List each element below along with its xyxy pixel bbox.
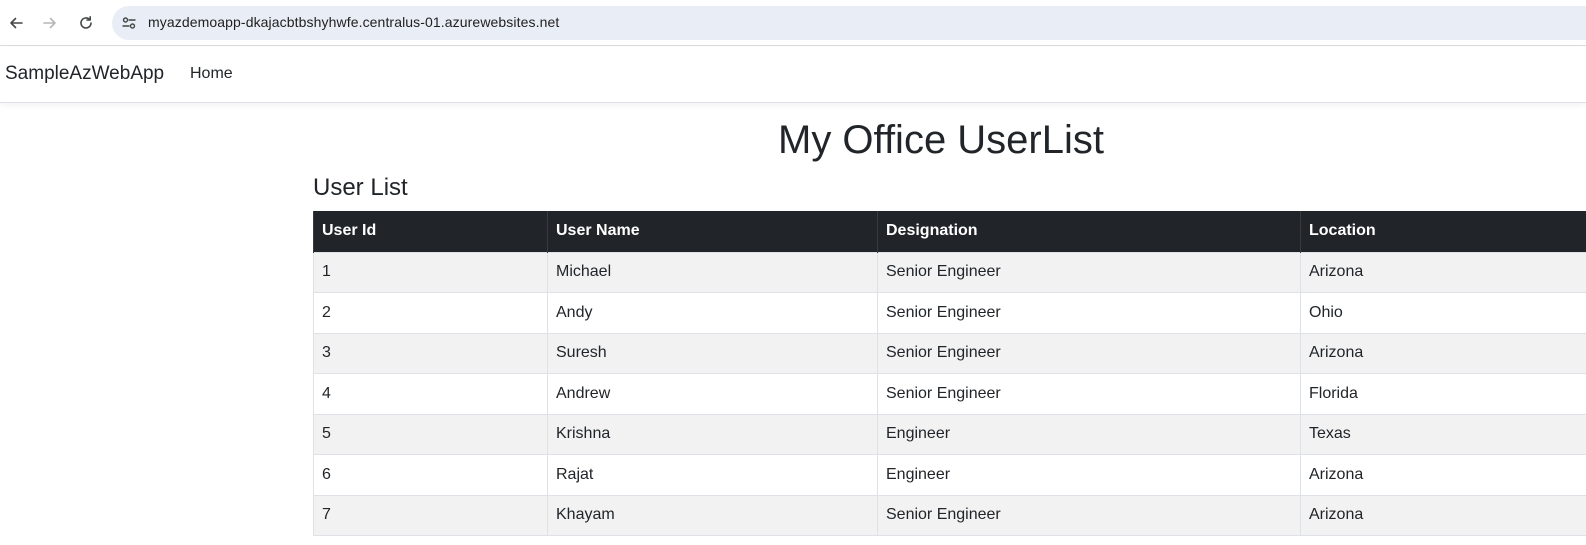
cell-user-id: 2 — [313, 292, 548, 334]
forward-button[interactable] — [36, 9, 64, 37]
section-title: User List — [313, 174, 408, 201]
reload-icon — [80, 16, 92, 29]
cell-location: Arizona — [1300, 332, 1586, 374]
cell-user-id: 1 — [313, 251, 548, 293]
user-table: User Id User Name Designation Location 1… — [313, 211, 1586, 536]
cell-user-name: Rajat — [547, 454, 878, 496]
column-header-user-id: User Id — [313, 211, 548, 252]
arrow-right-icon — [43, 17, 56, 29]
table-row: 1 Michael Senior Engineer Arizona — [313, 251, 1586, 293]
column-header-designation: Designation — [877, 211, 1301, 252]
table-row: 3 Suresh Senior Engineer Arizona — [313, 332, 1586, 374]
browser-toolbar: myazdemoapp-dkajacbtbshyhwfe.centralus-0… — [0, 0, 1586, 46]
cell-user-id: 5 — [313, 413, 548, 455]
cell-designation: Senior Engineer — [877, 251, 1301, 293]
cell-designation: Engineer — [877, 454, 1301, 496]
cell-user-name: Suresh — [547, 332, 878, 374]
arrow-left-icon — [10, 17, 23, 29]
table-row: 5 Krishna Engineer Texas — [313, 413, 1586, 455]
cell-designation: Engineer — [877, 413, 1301, 455]
cell-user-name: Khayam — [547, 494, 878, 536]
cell-user-id: 4 — [313, 373, 548, 415]
cell-user-id: 3 — [313, 332, 548, 374]
cell-location: Ohio — [1300, 292, 1586, 334]
table-row: 4 Andrew Senior Engineer Florida — [313, 373, 1586, 415]
cell-designation: Senior Engineer — [877, 332, 1301, 374]
cell-user-id: 6 — [313, 454, 548, 496]
address-bar[interactable]: myazdemoapp-dkajacbtbshyhwfe.centralus-0… — [112, 6, 1586, 40]
cell-designation: Senior Engineer — [877, 494, 1301, 536]
cell-location: Texas — [1300, 413, 1586, 455]
cell-location: Arizona — [1300, 454, 1586, 496]
cell-user-name: Krishna — [547, 413, 878, 455]
cell-user-name: Michael — [547, 251, 878, 293]
table-row: 7 Khayam Senior Engineer Arizona — [313, 494, 1586, 536]
app-navbar: SampleAzWebApp Home — [0, 47, 1586, 103]
table-row: 2 Andy Senior Engineer Ohio — [313, 292, 1586, 334]
cell-user-id: 7 — [313, 494, 548, 536]
nav-link-home[interactable]: Home — [190, 65, 233, 83]
reload-button[interactable] — [72, 9, 100, 37]
column-header-location: Location — [1300, 211, 1586, 252]
cell-user-name: Andy — [547, 292, 878, 334]
column-header-user-name: User Name — [547, 211, 878, 252]
cell-location: Florida — [1300, 373, 1586, 415]
user-table-container: User Id User Name Designation Location 1… — [313, 211, 1586, 536]
cell-location: Arizona — [1300, 251, 1586, 293]
url-text[interactable]: myazdemoapp-dkajacbtbshyhwfe.centralus-0… — [148, 14, 559, 30]
cell-designation: Senior Engineer — [877, 373, 1301, 415]
cell-designation: Senior Engineer — [877, 292, 1301, 334]
site-settings-icon[interactable] — [120, 14, 138, 32]
table-header-row: User Id User Name Designation Location — [313, 211, 1586, 252]
cell-user-name: Andrew — [547, 373, 878, 415]
brand-link[interactable]: SampleAzWebApp — [5, 63, 164, 85]
cell-location: Arizona — [1300, 494, 1586, 536]
back-button[interactable] — [2, 9, 30, 37]
table-row: 6 Rajat Engineer Arizona — [313, 454, 1586, 496]
page-title: My Office UserList — [778, 118, 1104, 162]
